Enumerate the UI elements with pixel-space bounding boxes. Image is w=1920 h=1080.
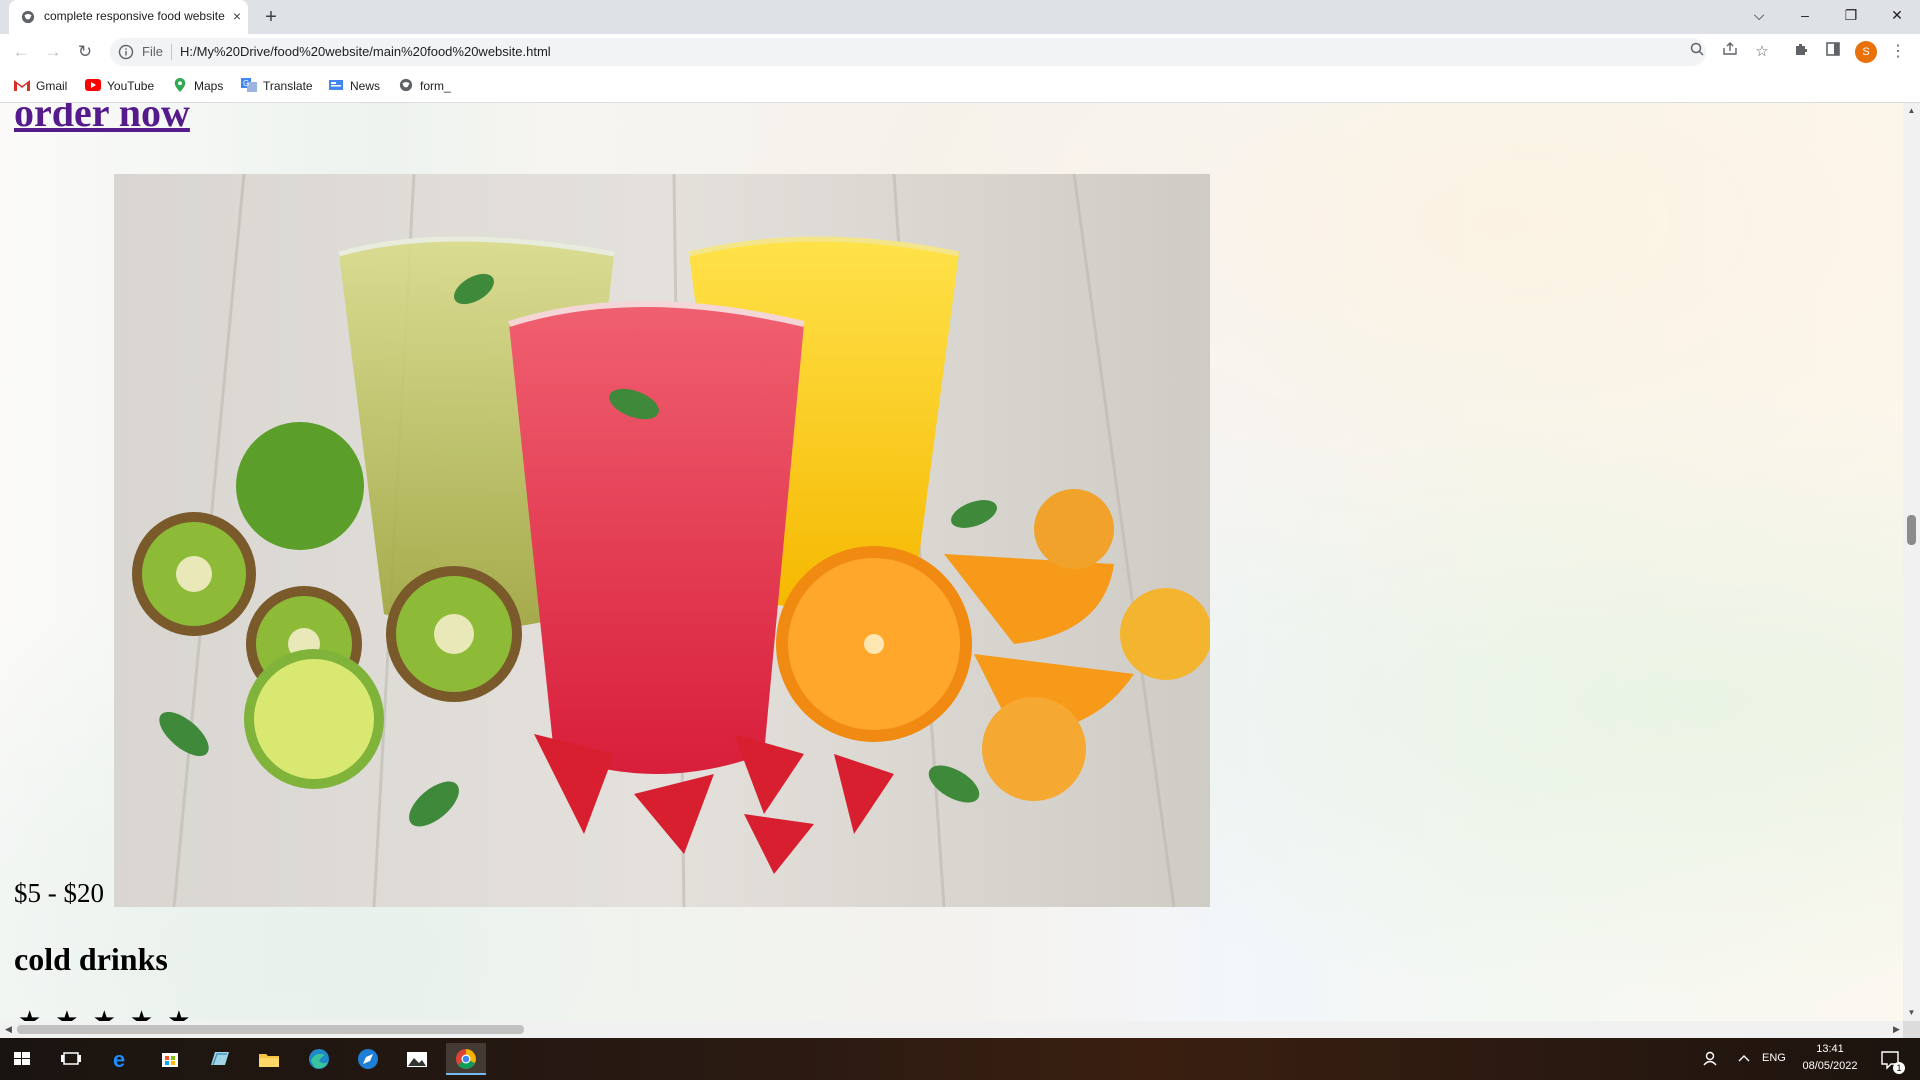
scroll-up-icon[interactable]: ▲ [1907,106,1916,115]
tab-title: complete responsive food website [44,9,225,23]
bookmark-translate[interactable]: G Translate [241,78,313,94]
info-icon[interactable] [118,44,134,60]
task-view-icon[interactable] [51,1043,91,1075]
bookmark-star-icon[interactable]: ☆ [1750,40,1774,64]
edge-icon[interactable] [299,1043,339,1075]
language-indicator[interactable]: ENG [1762,1052,1786,1064]
photos-icon[interactable] [397,1043,437,1075]
globe-icon [399,78,413,92]
news-icon [329,80,343,90]
juice-image [114,174,1210,907]
translate-icon: G [241,78,257,92]
maps-icon [174,78,186,92]
clock-time[interactable]: 13:41 [1795,1043,1865,1055]
restore-button[interactable]: ❐ [1828,0,1874,30]
svg-text:G: G [243,79,249,88]
vertical-scroll-thumb[interactable] [1907,515,1916,545]
svg-text:e: e [113,1047,125,1072]
juice-illustration [114,174,1210,907]
address-bar[interactable]: File H:/My%20Drive/food%20website/main%2… [110,38,1706,66]
start-button[interactable] [2,1043,42,1075]
dish-title: cold drinks [14,941,168,977]
bookmark-gmail[interactable]: Gmail [14,78,67,94]
new-tab-button[interactable]: + [260,6,282,28]
back-icon[interactable]: ← [9,40,33,64]
scroll-down-icon[interactable]: ▼ [1907,1008,1916,1017]
clock-date[interactable]: 08/05/2022 [1795,1060,1865,1072]
file-explorer-icon[interactable] [249,1043,289,1075]
youtube-icon [85,79,101,91]
globe-icon [21,10,35,24]
bookmarks-bar: Gmail YouTube Maps G Translate News form_ [0,70,1920,103]
tab-search-icon[interactable]: ⌵ [1736,0,1782,30]
chrome-taskbar-icon[interactable] [446,1043,486,1075]
zoom-icon[interactable] [1685,40,1709,64]
scrollbar-corner [1903,1021,1920,1038]
price-range: $5 - $20 [14,878,104,908]
reload-icon[interactable]: ↻ [73,40,97,64]
safari-like-icon[interactable] [348,1043,388,1075]
tab-close-icon[interactable]: × [229,8,245,24]
notification-badge: 1 [1893,1062,1905,1074]
bookmark-news[interactable]: News [328,78,380,94]
browser-toolbar: ← → ↻ File H:/My%20Drive/food%20website/… [0,34,1920,70]
url-scheme: File [142,44,163,59]
close-window-button[interactable]: ✕ [1874,0,1920,30]
scroll-right-icon[interactable]: ▶ [1893,1024,1900,1035]
profile-avatar[interactable]: S [1855,41,1877,63]
forward-icon[interactable]: → [41,40,65,64]
order-now-link[interactable]: order now [14,103,190,136]
horizontal-scrollbar[interactable]: ◀ ▶ [0,1021,1903,1038]
url-separator [171,44,172,60]
url-text[interactable]: H:/My%20Drive/food%20website/main%20food… [180,44,551,59]
menu-icon[interactable]: ⋮ [1886,40,1910,64]
extensions-icon[interactable] [1789,40,1813,64]
bookmark-maps[interactable]: Maps [172,78,223,94]
side-panel-icon[interactable] [1821,40,1845,64]
hidden-icons-chevron[interactable] [1729,1043,1759,1075]
horizontal-scroll-thumb[interactable] [17,1025,524,1034]
store-icon[interactable] [150,1043,190,1075]
minimize-button[interactable]: – [1782,0,1828,30]
tab-strip: complete responsive food website × + ⌵ –… [0,0,1920,34]
edge-legacy-icon[interactable]: e [101,1043,141,1075]
people-icon[interactable] [1692,1043,1732,1075]
vertical-scrollbar[interactable]: ▲ ▼ [1903,103,1920,1021]
notepad-icon[interactable] [199,1043,239,1075]
gmail-icon [14,80,30,91]
bookmark-form[interactable]: form_ [398,78,451,94]
star-rating: ★★★★★ [18,1005,205,1021]
page-viewport: order now $5 - $20 cold drinks ★★★★★ [0,103,1903,1021]
windows-taskbar: e ENG 13:41 08/05/2022 1 [0,1038,1920,1080]
scroll-left-icon[interactable]: ◀ [5,1024,12,1035]
share-icon[interactable] [1718,40,1742,64]
browser-tab[interactable]: complete responsive food website × [9,0,248,34]
bookmark-youtube[interactable]: YouTube [85,78,154,94]
